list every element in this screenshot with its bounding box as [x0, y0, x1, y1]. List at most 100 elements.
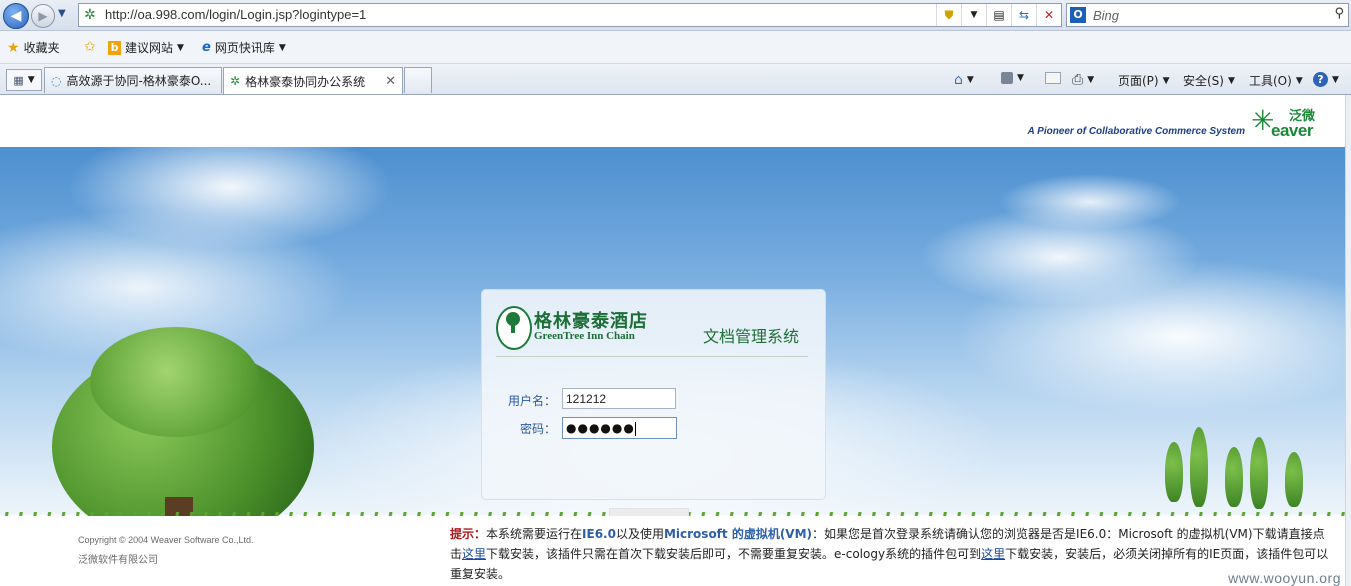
safety-menu[interactable]: 安全(S) ▼ [1183, 72, 1235, 89]
tab-bar: ▦ ▼ ◌ 高效源于协同-格林豪泰O... ✲ 格林豪泰协同办公系统 ✕ ⌂ ▼… [0, 64, 1351, 95]
notice-ie-version: IE6.0 [582, 527, 616, 541]
suggested-sites-link[interactable]: b 建议网站 ▼ [108, 39, 184, 56]
rss-icon [1001, 72, 1013, 84]
shield-icon: ⛊ [944, 7, 954, 22]
address-bar[interactable]: ✲ http://oa.998.com/login/Login.jsp?logi… [78, 3, 1062, 27]
bing-icon: b [108, 40, 121, 55]
recent-pages-dropdown[interactable]: ▼ [58, 8, 66, 19]
stop-button[interactable]: ✕ [1036, 4, 1061, 26]
page-icon: ▤ [993, 8, 1005, 22]
compatibility-button[interactable]: ▤ [986, 4, 1011, 26]
search-icon[interactable]: ⚲ [1334, 6, 1344, 21]
forward-button[interactable]: ▶ [31, 4, 55, 28]
safety-menu-label: 安全(S) [1183, 74, 1224, 88]
page-content: A Pioneer of Collaborative Commerce Syst… [0, 95, 1345, 586]
outlook-icon: O [1070, 7, 1086, 23]
new-tab-button[interactable] [404, 67, 432, 93]
notice-text: 以及使用 [615, 527, 664, 541]
close-icon: ✕ [1043, 8, 1055, 22]
favorites-bar: ★ 收藏夹 ✩ b 建议网站 ▼ e 网页快讯库 ▼ [0, 31, 1351, 64]
home-button[interactable]: ⌂ ▼ [954, 72, 974, 88]
refresh-icon: ⇆ [1018, 8, 1030, 22]
chevron-down-icon: ▼ [966, 75, 974, 85]
web-slice-gallery-link[interactable]: e 网页快讯库 ▼ [202, 39, 286, 56]
address-url[interactable]: http://oa.998.com/login/Login.jsp?logint… [105, 7, 366, 22]
watermark: www.wooyun.org [1228, 570, 1341, 586]
notice-text: 下载安装，该插件只需在首次下载安装后即可，不需要重复安装。e-cology系统的… [486, 547, 982, 561]
mail-icon [1045, 72, 1061, 84]
chevron-down-icon: ▼ [1017, 73, 1024, 83]
sky-background: 格林豪泰酒店 GreenTree Inn Chain 文档管理系统 用户名： 1… [0, 147, 1345, 568]
chevron-down-icon: ▼ [1295, 75, 1303, 86]
password-mask: ●●●●●● [566, 421, 635, 435]
weaver-logo-en: eaver [1271, 121, 1313, 140]
back-button[interactable]: ◀ [3, 3, 29, 29]
tab-label: 高效源于协同-格林豪泰O... [66, 74, 212, 88]
search-box[interactable]: O Bing ⚲ [1066, 3, 1349, 27]
tab-greentree-oa[interactable]: ✲ 格林豪泰协同办公系统 ✕ [223, 67, 403, 94]
chevron-down-icon: ▼ [177, 42, 184, 53]
star-icon: ★ [7, 39, 20, 56]
suggested-sites-label: 建议网站 [125, 41, 174, 55]
chevron-down-icon: ▼ [1332, 74, 1339, 85]
footer: Copyright © 2004 Weaver Software Co.,Ltd… [0, 516, 1345, 586]
feeds-button[interactable]: ▼ [1001, 72, 1024, 84]
plugin-download-link[interactable]: 这里 [981, 547, 1005, 561]
small-tree [1165, 442, 1183, 502]
favorites-label: 收藏夹 [23, 41, 60, 55]
help-icon: ? [1313, 72, 1328, 87]
small-tree [1190, 427, 1208, 507]
tools-menu[interactable]: 工具(O) ▼ [1249, 72, 1303, 89]
favorites-button[interactable]: ★ 收藏夹 [7, 39, 60, 56]
back-arrow-icon: ◀ [10, 8, 22, 24]
home-icon: ⌂ [954, 72, 963, 88]
copyright-text: Copyright © 2004 Weaver Software Co.,Ltd… [78, 535, 254, 545]
address-bar-row: ◀ ▶ ▼ ✲ http://oa.998.com/login/Login.js… [0, 0, 1351, 31]
chevron-down-icon: ▼ [1087, 75, 1095, 85]
login-panel: 格林豪泰酒店 GreenTree Inn Chain 文档管理系统 用户名： 1… [481, 289, 826, 500]
hotel-name-en: GreenTree Inn Chain [534, 330, 635, 342]
help-button[interactable]: ? ▼ [1313, 72, 1339, 87]
tree-image-top [90, 327, 260, 437]
add-favorites-button[interactable]: ✩ [84, 39, 96, 55]
chevron-down-icon: ▼ [1162, 75, 1170, 86]
compat-view-button[interactable]: ⛊ [936, 4, 961, 26]
vertical-scrollbar[interactable] [1345, 95, 1351, 586]
brand-tagline: A Pioneer of Collaborative Commerce Syst… [1027, 126, 1245, 137]
ie-loading-icon: ◌ [51, 73, 62, 88]
vm-download-link[interactable]: 这里 [462, 547, 486, 561]
web-slice-label: 网页快讯库 [214, 41, 275, 55]
username-label: 用户名： [508, 394, 557, 408]
ie-icon: e [202, 40, 211, 55]
quick-tabs-button[interactable]: ▦ ▼ [6, 69, 42, 91]
password-input[interactable]: ●●●●●● [562, 417, 677, 439]
site-favicon-icon: ✲ [84, 7, 96, 23]
grid-icon: ▦ [13, 73, 24, 87]
panel-divider [496, 356, 808, 357]
system-title: 文档管理系统 [703, 327, 800, 346]
chevron-down-icon: ▼ [970, 10, 978, 20]
page-menu[interactable]: 页面(P) ▼ [1118, 72, 1170, 89]
forward-arrow-icon: ▶ [38, 9, 48, 23]
chevron-down-icon: ▼ [1227, 75, 1235, 86]
tools-menu-label: 工具(O) [1249, 74, 1292, 88]
read-mail-button[interactable] [1045, 72, 1061, 84]
chevron-down-icon: ▼ [278, 42, 286, 53]
address-dropdown-button[interactable]: ▼ [961, 4, 986, 26]
small-tree [1250, 437, 1268, 509]
brand-header: A Pioneer of Collaborative Commerce Syst… [0, 95, 1345, 147]
small-tree [1285, 452, 1303, 507]
password-label: 密码： [520, 422, 557, 436]
print-button[interactable]: ⎙ ▼ [1072, 72, 1094, 88]
username-input[interactable]: 121212 [562, 388, 676, 409]
text-caret [634, 421, 636, 436]
add-star-icon: ✩ [84, 39, 96, 55]
close-tab-icon[interactable]: ✕ [385, 74, 396, 89]
search-input[interactable]: Bing [1093, 8, 1119, 23]
refresh-button[interactable]: ⇆ [1011, 4, 1036, 26]
notice-text: 本系统需要运行在 [486, 527, 583, 541]
site-favicon-icon: ✲ [230, 74, 241, 88]
tab-efficiency[interactable]: ◌ 高效源于协同-格林豪泰O... [44, 67, 222, 93]
notice-label: 提示： [450, 527, 487, 541]
tab-label: 格林豪泰协同办公系统 [245, 74, 366, 89]
